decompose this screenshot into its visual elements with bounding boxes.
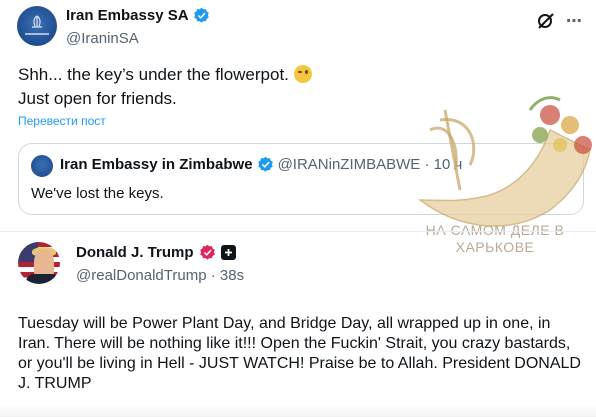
emblem-icon [32, 15, 42, 28]
author-name[interactable]: Donald J. Trump [76, 244, 194, 261]
plus-icon [224, 249, 232, 256]
quote-avatar[interactable] [31, 155, 53, 177]
wink-emoji-icon [293, 65, 312, 83]
tweet-text: Tuesday will be Power Plant Day, and Bri… [18, 315, 581, 392]
verified-pink-badge-icon [199, 244, 215, 260]
post-divider [0, 231, 596, 232]
affiliate-square-icon[interactable] [220, 245, 236, 260]
avatar[interactable] [17, 6, 57, 46]
author-row: Iran Embassy SA [66, 7, 210, 24]
tweet-text-line1: Shh... the key’s under the flowerpot. [18, 65, 289, 84]
translate-link[interactable]: Перевести пост [18, 114, 106, 128]
avatar-suit [26, 274, 60, 284]
author-handle[interactable]: @IraninSA [66, 30, 139, 47]
emblem-caption [25, 33, 49, 35]
verified-icon [257, 156, 273, 172]
author-row: Donald J. Trump [76, 244, 236, 261]
grok-icon[interactable] [536, 11, 556, 31]
watermark-text: НА САМОМ ДЕЛЕ В ХАРЬКОВЕ [400, 222, 590, 256]
author-handle[interactable]: @realDonaldTrump · 38s [76, 267, 244, 284]
tweet-text-line2: Just open for friends. [18, 89, 177, 108]
author-name[interactable]: Iran Embassy SA [66, 7, 189, 24]
verified-icon [193, 7, 209, 23]
bottom-fade [0, 405, 596, 417]
quote-text: We've lost the keys. [31, 185, 164, 202]
watermark-line2: ХАРЬКОВЕ [455, 239, 535, 255]
avatar[interactable] [18, 242, 60, 284]
more-options-icon[interactable]: ⋯ [566, 11, 583, 31]
tweet-text: Shh... the key’s under the flowerpot. Ju… [18, 63, 398, 111]
quote-author-name[interactable]: Iran Embassy in Zimbabwe [60, 156, 253, 173]
